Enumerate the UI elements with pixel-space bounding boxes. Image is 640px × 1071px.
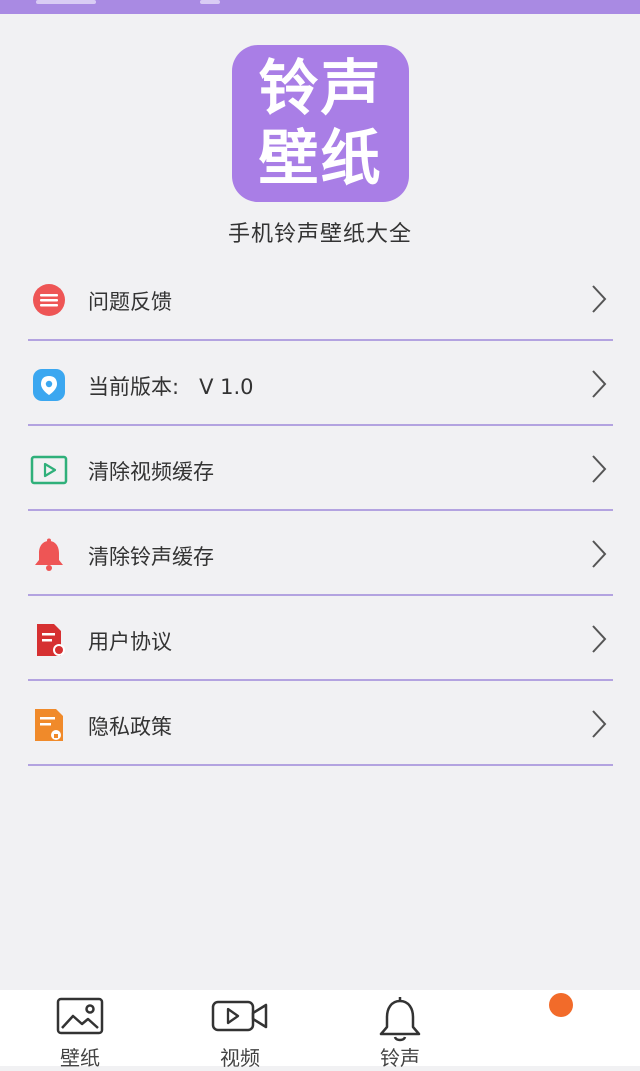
chevron-right-icon bbox=[592, 710, 607, 738]
menu-item-version[interactable]: 当前版本: V 1.0 bbox=[28, 341, 613, 426]
chevron-right-icon bbox=[592, 455, 607, 483]
video-camera-icon bbox=[211, 1000, 268, 1032]
feedback-icon bbox=[33, 284, 65, 316]
status-indicator bbox=[36, 0, 96, 4]
menu-item-label: 问题反馈 bbox=[88, 290, 172, 314]
chevron-right-icon bbox=[592, 285, 607, 313]
nav-tab-label: 视频 bbox=[220, 1046, 260, 1070]
video-play-icon bbox=[30, 455, 68, 485]
menu-item-label: 隐私政策 bbox=[88, 715, 172, 739]
chevron-right-icon bbox=[592, 370, 607, 398]
menu-item-clear-ringtone-cache[interactable]: 清除铃声缓存 bbox=[28, 511, 613, 596]
menu-item-label: 用户协议 bbox=[88, 630, 172, 654]
app-name: 手机铃声壁纸大全 bbox=[227, 222, 412, 247]
status-indicator bbox=[200, 0, 220, 4]
menu-item-label: 清除铃声缓存 bbox=[88, 545, 214, 569]
bell-outline-icon bbox=[379, 997, 421, 1042]
chevron-right-icon bbox=[592, 540, 607, 568]
document-icon bbox=[37, 624, 65, 656]
image-icon bbox=[56, 997, 104, 1035]
notification-dot bbox=[549, 993, 573, 1017]
menu-item-clear-video-cache[interactable]: 清除视频缓存 bbox=[28, 426, 613, 511]
privacy-document-icon bbox=[35, 709, 63, 741]
menu-item-user-agreement[interactable]: 用户协议 bbox=[28, 596, 613, 681]
status-bar bbox=[0, 0, 640, 14]
menu-item-privacy-policy[interactable]: 隐私政策 bbox=[28, 681, 613, 766]
settings-menu: 问题反馈 当前版本: V 1.0 清除视频缓存 清除铃声缓存 用户协议 隐私政策 bbox=[0, 256, 640, 766]
shield-icon bbox=[33, 369, 65, 401]
bell-icon bbox=[35, 538, 63, 571]
logo-line-2: 壁纸 bbox=[258, 123, 383, 194]
nav-tab-label: 铃声 bbox=[380, 1046, 420, 1070]
nav-tab-wallpaper[interactable]: 壁纸 bbox=[25, 990, 135, 1070]
app-logo: 铃声 壁纸 bbox=[232, 45, 409, 202]
logo-line-1: 铃声 bbox=[258, 53, 383, 124]
menu-item-label: 当前版本: V 1.0 bbox=[88, 375, 254, 399]
nav-tab-video[interactable]: 视频 bbox=[185, 990, 295, 1070]
menu-item-feedback[interactable]: 问题反馈 bbox=[28, 256, 613, 341]
nav-tab-label: 壁纸 bbox=[60, 1046, 100, 1070]
chevron-right-icon bbox=[592, 625, 607, 653]
bottom-nav: 壁纸 视频 铃声 bbox=[0, 990, 640, 1070]
menu-item-label: 清除视频缓存 bbox=[88, 460, 214, 484]
nav-tab-ringtone[interactable]: 铃声 bbox=[345, 990, 455, 1070]
